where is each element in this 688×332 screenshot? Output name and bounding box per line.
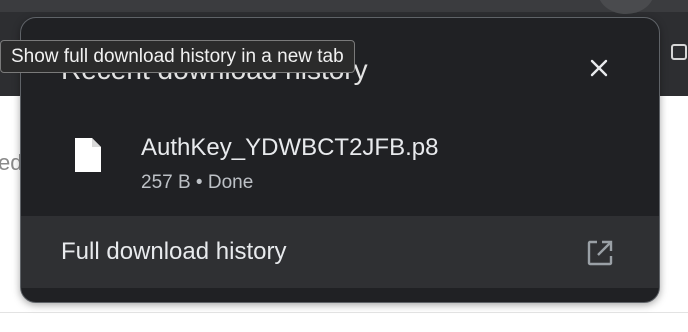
full-download-history-label: Full download history — [61, 238, 287, 265]
extension-icon[interactable] — [671, 44, 687, 60]
full-download-history-button[interactable]: Full download history — [21, 216, 659, 288]
background-divider — [0, 312, 688, 313]
download-item[interactable]: AuthKey_YDWBCT2JFB.p8 257 B • Done — [21, 114, 659, 216]
close-button[interactable] — [583, 52, 615, 84]
browser-tabstrip-background — [0, 0, 688, 12]
tooltip: Show full download history in a new tab — [0, 40, 355, 73]
open-in-new-tab-icon — [587, 240, 613, 266]
download-file-name: AuthKey_YDWBCT2JFB.p8 — [141, 134, 439, 161]
download-status: 257 B • Done — [141, 172, 254, 193]
file-icon — [75, 138, 101, 172]
close-icon — [590, 59, 608, 77]
